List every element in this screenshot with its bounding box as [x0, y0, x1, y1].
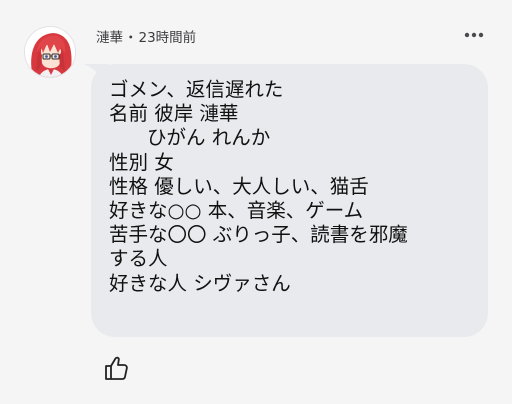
like-button[interactable]	[103, 355, 129, 381]
message-line: する人	[109, 247, 168, 271]
message-line: 性別 女	[109, 150, 174, 174]
comment-post: 漣華 ・ 23時間前 ゴメン、返信遅れた 名前 彼岸 漣華 ひがん れんか 性別…	[0, 0, 512, 404]
message-line: 好きな○○ 本、音楽、ゲーム	[109, 198, 364, 222]
more-options-button[interactable]	[460, 24, 488, 46]
message-line: 性格 優しい、大人しい、猫舌	[109, 174, 369, 198]
message-text: ゴメン、返信遅れた 名前 彼岸 漣華 ひがん れんか 性別 女 性格 優しい、大…	[109, 78, 408, 296]
message-line: 好きな人 シヴァさん	[109, 271, 291, 295]
message-line: 苦手な〇〇 ぶりっ子、読書を邪魔	[109, 223, 408, 247]
message-bubble: ゴメン、返信遅れた 名前 彼岸 漣華 ひがん れんか 性別 女 性格 優しい、大…	[91, 64, 488, 337]
message-line: ゴメン、返信遅れた	[109, 78, 284, 101]
post-meta: 漣華 ・ 23時間前	[96, 26, 196, 46]
anime-avatar-image	[25, 27, 75, 77]
more-dots-icon	[464, 32, 484, 38]
thumbs-up-icon	[105, 356, 128, 380]
avatar[interactable]	[25, 27, 75, 77]
message-line: ひがん れんか	[147, 126, 271, 150]
post-time: 23時間前	[138, 30, 197, 46]
message-line: 名前 彼岸 漣華	[109, 102, 239, 126]
meta-separator: ・	[124, 30, 138, 46]
author-name[interactable]: 漣華	[96, 26, 123, 46]
